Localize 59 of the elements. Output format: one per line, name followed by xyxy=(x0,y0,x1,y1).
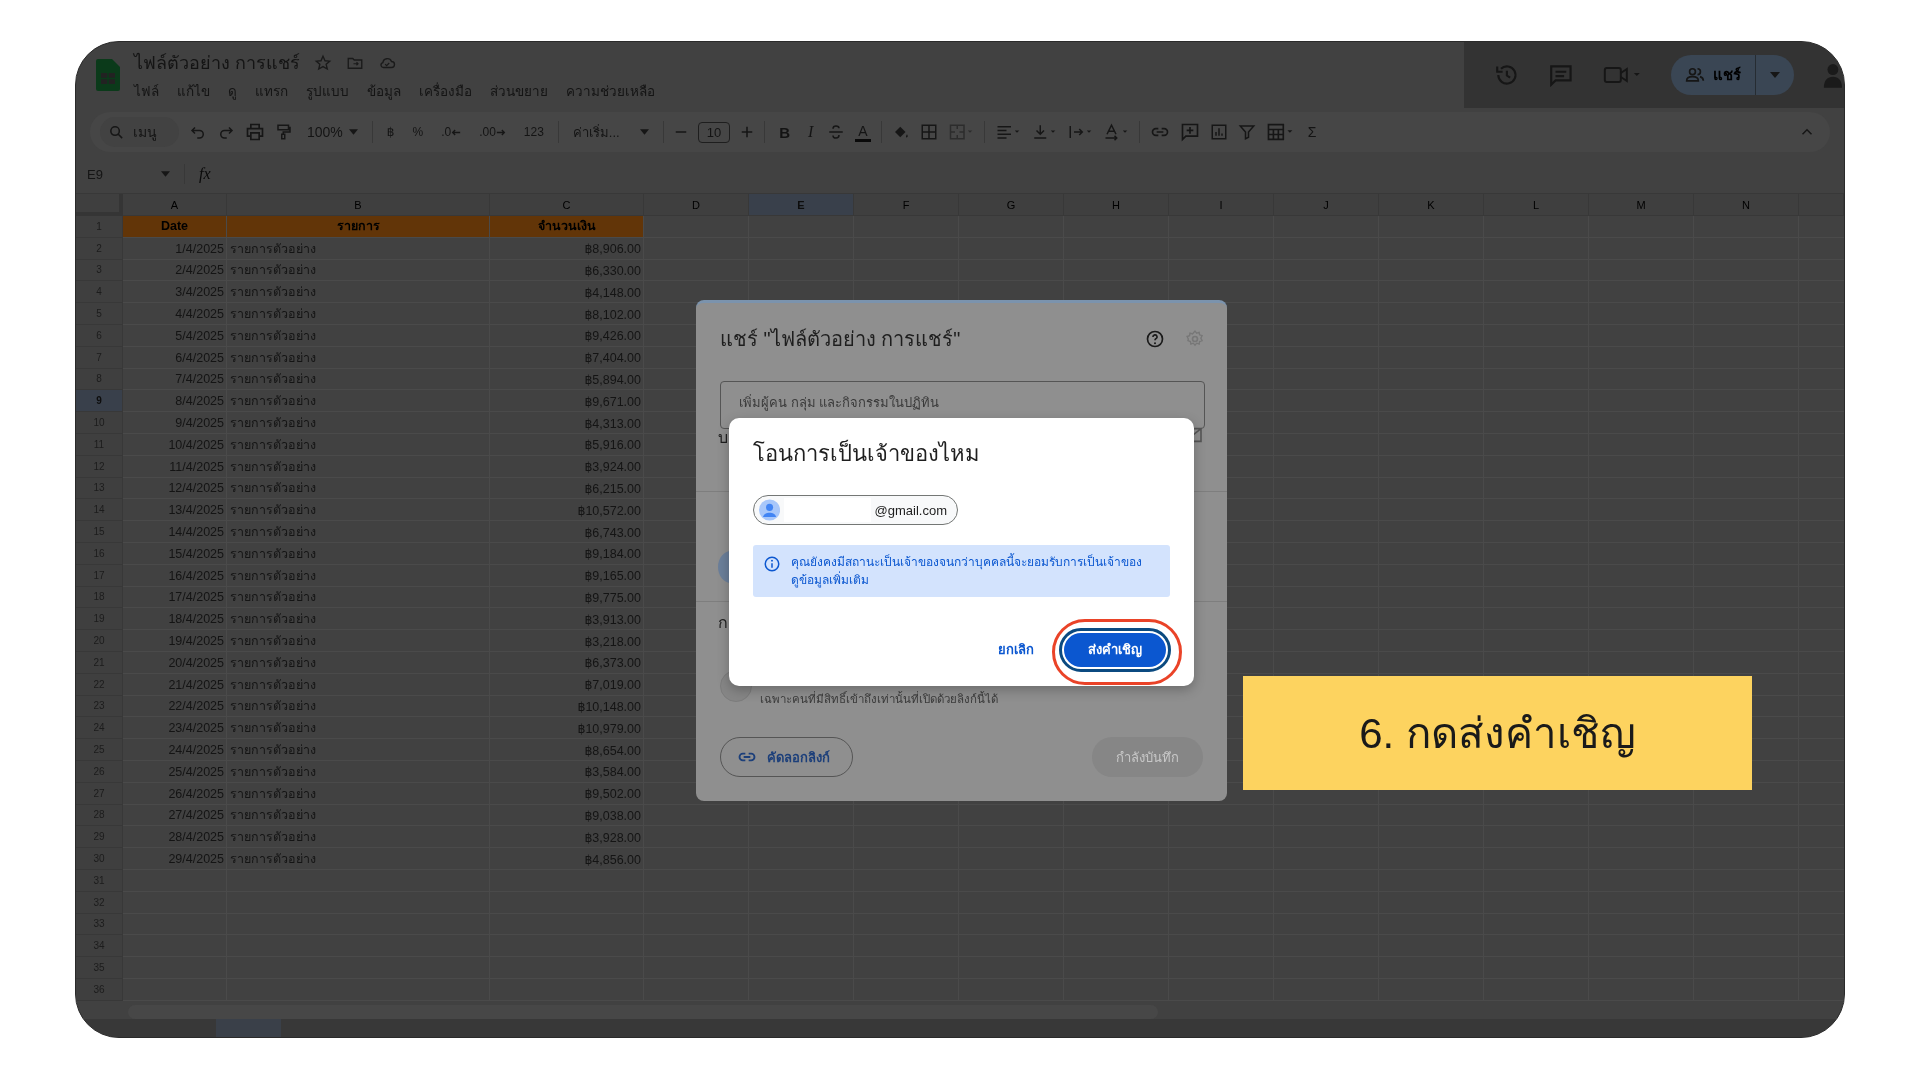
row-header[interactable]: 9 xyxy=(76,390,123,413)
column-header[interactable]: F xyxy=(854,194,959,216)
column-header[interactable] xyxy=(1799,194,1844,216)
currency-button[interactable]: ฿ xyxy=(382,125,399,139)
column-header[interactable]: C xyxy=(490,194,644,216)
spreadsheet-logo-icon[interactable] xyxy=(96,59,120,91)
table-header-cell: จำนวนเงิน xyxy=(490,216,644,238)
people-icon xyxy=(1685,65,1706,85)
column-header[interactable]: J xyxy=(1274,194,1379,216)
sheet-tab[interactable] xyxy=(216,1019,281,1037)
column-header[interactable]: N xyxy=(1694,194,1799,216)
chart-icon[interactable] xyxy=(1209,123,1228,141)
section-label: ก xyxy=(718,613,728,633)
percent-button[interactable]: % xyxy=(408,125,428,139)
table-header-cell: รายการ xyxy=(227,216,490,238)
column-header[interactable]: E xyxy=(749,194,854,216)
cancel-button[interactable]: ยกเลิก xyxy=(994,631,1038,668)
caret-icon xyxy=(348,129,358,135)
print-icon[interactable] xyxy=(245,122,265,142)
filter-icon[interactable] xyxy=(1237,123,1256,141)
comment-icon[interactable] xyxy=(1547,62,1574,88)
learn-more-link[interactable]: ดูข้อมูลเพิ่มเติม xyxy=(791,573,869,587)
column-header[interactable]: G xyxy=(959,194,1064,216)
column-header[interactable]: H xyxy=(1064,194,1169,216)
select-all-corner[interactable] xyxy=(76,194,123,216)
strikethrough-icon[interactable] xyxy=(827,123,846,141)
search-icon xyxy=(108,123,125,141)
caret-icon xyxy=(1770,72,1781,78)
plus-icon[interactable] xyxy=(740,125,755,139)
info-icon xyxy=(763,555,781,573)
merge-cells-icon[interactable] xyxy=(947,123,974,141)
caret-icon[interactable] xyxy=(161,171,170,177)
borders-icon[interactable] xyxy=(919,123,938,141)
column-header[interactable]: D xyxy=(644,194,749,216)
section-label: บ xyxy=(718,428,728,448)
history-icon[interactable] xyxy=(1494,62,1520,88)
share-button[interactable]: แชร์ xyxy=(1671,55,1795,95)
help-icon[interactable] xyxy=(1145,329,1165,349)
star-icon[interactable] xyxy=(314,53,332,72)
column-header[interactable]: L xyxy=(1484,194,1589,216)
column-header[interactable]: K xyxy=(1379,194,1484,216)
column-header[interactable]: B xyxy=(227,194,490,216)
arrow-icon xyxy=(451,128,462,136)
step-callout: 6. กดส่งคำเชิญ xyxy=(1243,676,1752,790)
settings-icon[interactable] xyxy=(1185,329,1205,349)
link-access-note: เฉพาะคนที่มีสิทธิ์เข้าถึงเท่านั้นที่เปิดด้วยลิงก์นี้ได้ xyxy=(760,690,998,707)
recipient-chip[interactable]: @gmail.com xyxy=(753,495,958,525)
caret-icon xyxy=(639,129,649,135)
table-header-cell: Date xyxy=(123,216,227,238)
notice-text: คุณยังคงมีสถานะเป็นเจ้าของจนกว่าบุคคลนี้จะยอมรับการเป็นเจ้าของ ดูข้อมูลเพิ่มเติม xyxy=(791,553,1143,589)
add-comment-icon[interactable] xyxy=(1179,122,1200,142)
column-header[interactable]: M xyxy=(1589,194,1694,216)
avatar-icon xyxy=(759,499,781,521)
table-icon[interactable] xyxy=(1265,122,1294,142)
column-header[interactable]: A xyxy=(123,194,227,216)
paint-format-icon[interactable] xyxy=(275,122,293,142)
arrow-icon xyxy=(495,128,506,136)
dialog-title: โอนการเป็นเจ้าของไหม xyxy=(753,438,981,468)
dialog-title: แชร์ "ไฟล์ตัวอย่าง การแชร์" xyxy=(720,327,962,352)
